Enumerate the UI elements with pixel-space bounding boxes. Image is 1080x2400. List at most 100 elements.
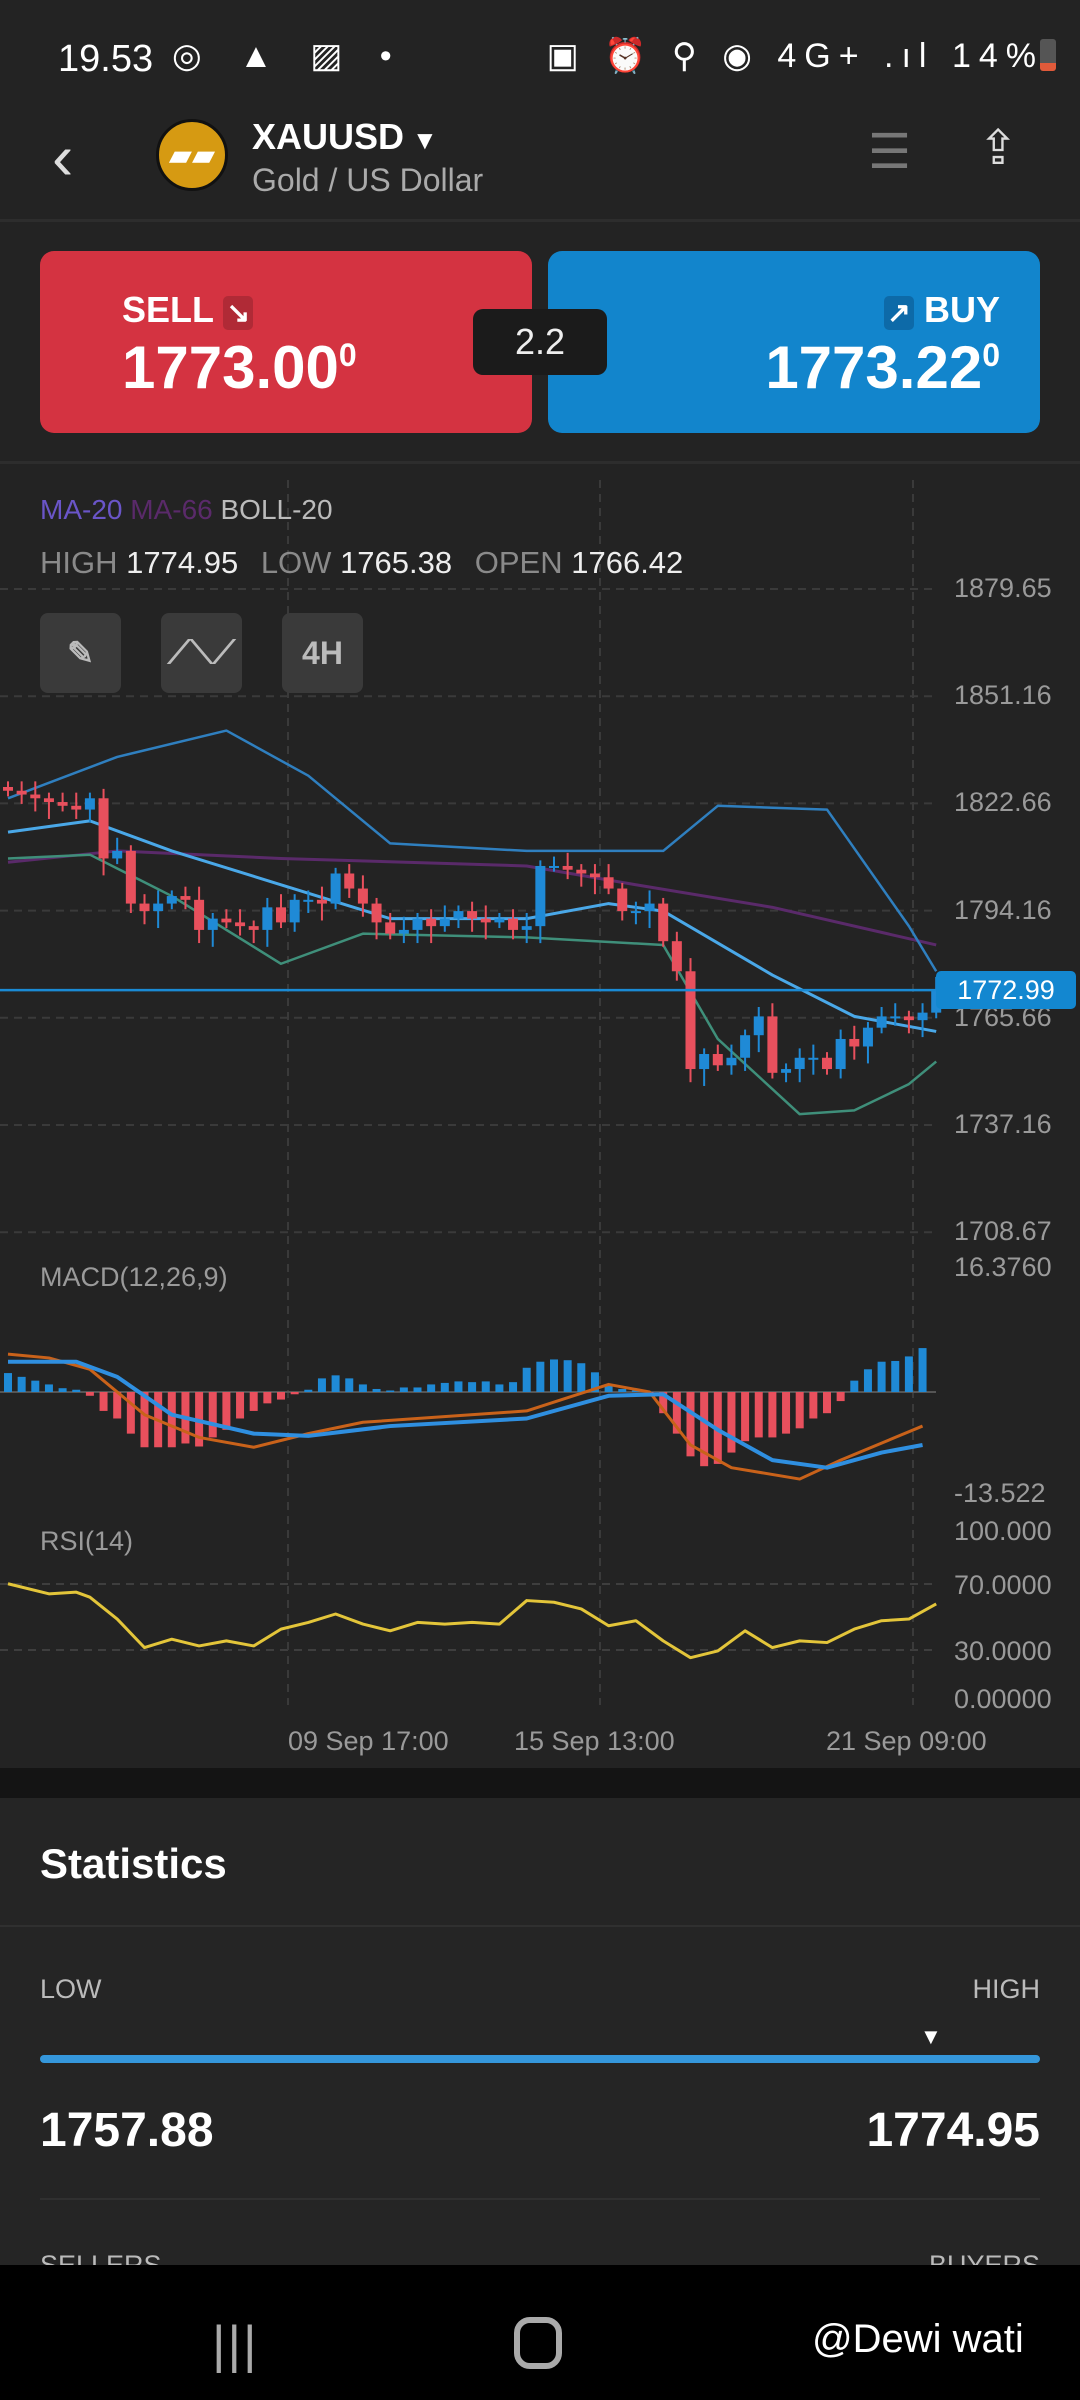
candle-body	[84, 798, 95, 810]
candle-body	[439, 918, 450, 927]
macd-histogram-bar	[413, 1387, 422, 1392]
macd-histogram-bar	[741, 1392, 750, 1442]
candle-body	[835, 1038, 846, 1070]
macd-histogram-bar	[372, 1388, 381, 1392]
candle-body	[767, 1016, 778, 1073]
candle-body	[467, 911, 478, 919]
candle-body	[589, 873, 600, 878]
open-value: 1766.42	[571, 545, 684, 580]
candle-body	[740, 1035, 751, 1058]
macd-histogram-bar	[454, 1381, 463, 1392]
statistics-panel: Statistics LOW HIGH ▼ 1757.88 1774.95 SE…	[0, 1798, 1080, 2280]
candle-body	[849, 1038, 860, 1047]
candle-body	[330, 873, 341, 904]
low-label: LOW	[260, 545, 332, 580]
price-tick: 1708.67	[954, 1216, 1052, 1247]
candle-body	[822, 1057, 832, 1070]
candle-body	[166, 896, 177, 904]
indicators-button[interactable]: ⟋⟍⟋	[161, 613, 242, 693]
navigation-bar: ||| @Dewi wati	[0, 2265, 1080, 2400]
macd-histogram-bar	[618, 1388, 627, 1392]
candle-body	[808, 1057, 819, 1060]
candle-body	[262, 907, 273, 930]
candle-body	[398, 929, 409, 934]
macd-histogram-bar	[85, 1392, 94, 1396]
macd-histogram-bar	[918, 1348, 927, 1392]
open-label: OPEN	[474, 545, 563, 580]
candle-body	[603, 877, 614, 889]
macd-histogram-bar	[440, 1382, 449, 1392]
macd-histogram-bar	[481, 1381, 490, 1392]
macd-histogram-bar	[891, 1360, 900, 1392]
candle-body	[671, 941, 682, 972]
candle-body	[412, 918, 423, 930]
legend-ma20[interactable]: MA-20	[40, 494, 122, 525]
candle-body	[508, 918, 519, 930]
watermark: @Dewi wati	[812, 2317, 1024, 2361]
macd-histogram-bar	[140, 1392, 149, 1448]
low-label: LOW	[40, 1974, 102, 2004]
rsi-tick: 70.0000	[954, 1570, 1052, 1600]
candle-body	[426, 918, 437, 927]
candle-body	[248, 926, 259, 930]
current-price-tag: 1772.99	[936, 971, 1076, 1010]
drawing-tool-button[interactable]: ✎	[40, 613, 121, 693]
candle-body	[221, 918, 232, 923]
rsi-line	[7, 1582, 937, 1660]
macd-histogram-bar	[126, 1392, 135, 1434]
macd-histogram-bar	[727, 1392, 736, 1453]
high-value: 1774.95	[866, 2104, 1040, 2157]
candle-body	[644, 903, 655, 912]
macd-histogram-bar	[836, 1392, 845, 1402]
home-icon[interactable]	[514, 2317, 562, 2369]
macd-histogram-bar	[809, 1392, 818, 1419]
candle-body	[180, 896, 191, 900]
candle-body	[781, 1069, 792, 1073]
candle-body	[480, 918, 491, 923]
legend-ma66[interactable]: MA-66	[130, 494, 212, 525]
macd-histogram-bar	[290, 1392, 299, 1395]
candle-body	[385, 922, 396, 934]
candle-body	[685, 971, 696, 1070]
macd-histogram-bar	[795, 1392, 804, 1429]
statistics-title: Statistics	[40, 1840, 227, 1887]
macd-histogram-bar	[386, 1390, 395, 1392]
macd-histogram-bar	[17, 1376, 26, 1392]
ohlc-readout: HIGH 1774.95 LOW 1765.38 OPEN 1766.42	[40, 545, 697, 581]
macd-max: 16.3760	[954, 1252, 1052, 1282]
macd-histogram-bar	[345, 1378, 354, 1392]
current-price-marker: ▼	[920, 2024, 942, 2049]
candle-body	[16, 790, 27, 795]
macd-histogram-bar	[782, 1392, 791, 1434]
candle-body	[371, 903, 382, 923]
timeframe-button[interactable]: 4H	[282, 613, 363, 693]
price-chart[interactable]	[0, 0, 1080, 1768]
low-value: 1757.88	[40, 2104, 214, 2157]
indicator-legend: MA-20 MA-66 BOLL-20	[40, 494, 333, 526]
high-value: 1774.95	[126, 545, 239, 580]
legend-boll[interactable]: BOLL-20	[221, 494, 333, 525]
candle-body	[276, 907, 286, 923]
macd-histogram-bar	[167, 1392, 176, 1448]
candle-body	[494, 918, 505, 923]
macd-histogram-bar	[509, 1382, 518, 1392]
section-gap	[0, 1768, 1080, 1798]
candle-body	[576, 869, 587, 874]
macd-histogram-bar	[823, 1392, 831, 1414]
range-bar	[40, 2055, 1040, 2063]
recent-apps-icon[interactable]: |||	[212, 2315, 259, 2375]
candle-body	[521, 926, 532, 930]
price-tick: 1879.65	[954, 573, 1052, 603]
candle-body	[30, 794, 41, 799]
macd-histogram-bar	[399, 1387, 408, 1392]
line-chart-icon: ⟋⟍⟋	[167, 634, 236, 670]
price-tick: 1794.16	[954, 894, 1052, 925]
candle-body	[699, 1054, 710, 1070]
candle-body	[535, 865, 546, 927]
macd-label: MACD(12,26,9)	[40, 1262, 228, 1292]
macd-histogram-bar	[249, 1392, 258, 1411]
candle-body	[753, 1016, 764, 1036]
candle-body	[125, 850, 136, 904]
rsi-tick: 30.0000	[954, 1636, 1052, 1666]
macd-min: -13.522	[954, 1478, 1046, 1508]
